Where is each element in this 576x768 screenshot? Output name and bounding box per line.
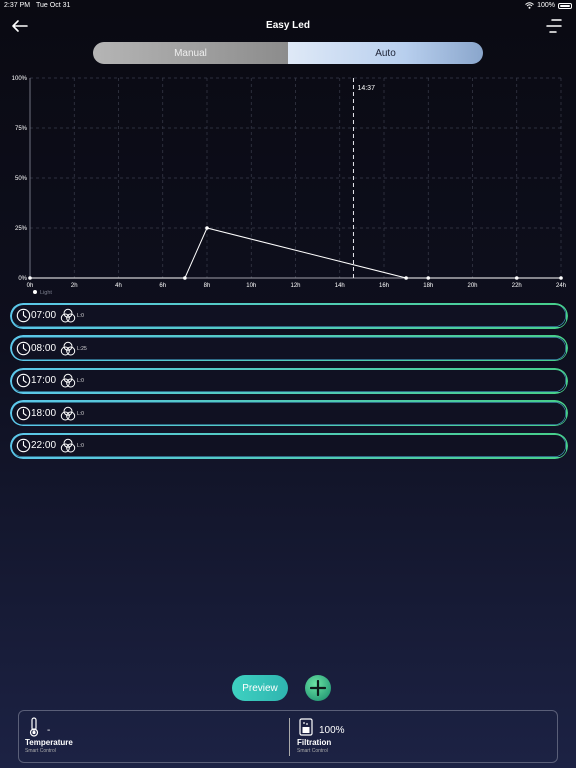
y-tick-label: 100% [12, 76, 28, 82]
sort-menu-icon[interactable] [546, 18, 562, 34]
schedule-level: L:0 [77, 410, 84, 417]
data-point [205, 226, 209, 230]
y-tick-label: 25% [15, 226, 28, 232]
data-point [514, 276, 519, 280]
filtration-value: 100% [319, 725, 345, 736]
plus-icon [310, 680, 326, 696]
data-point [559, 276, 563, 280]
x-tick-label: 10h [246, 283, 256, 289]
y-tick-label: 50% [15, 176, 28, 182]
x-tick-label: 24h [556, 283, 566, 289]
status-bar: 2:37 PM Tue Oct 31 100% [0, 0, 576, 12]
schedule-level: L:0 [77, 443, 84, 449]
temperature-subtitle: Smart Control [25, 748, 56, 754]
temperature-value: - [47, 725, 51, 736]
rgb-light-icon [60, 341, 76, 355]
x-tick-label: 8h [204, 283, 211, 289]
device-status-panel: - Temperature Smart Control 100% Filtrat… [18, 710, 558, 763]
schedule-row[interactable]: 08:00 L:25 [10, 335, 567, 361]
tab-auto[interactable]: Auto [288, 42, 483, 64]
temperature-label: Temperature [25, 738, 73, 747]
panel-divider [289, 718, 290, 756]
x-tick-label: 18h [423, 283, 433, 289]
status-indicators: 100% [525, 2, 572, 9]
page-title: Easy Led [266, 20, 310, 31]
schedule-time: 07:00 [31, 310, 57, 321]
data-point [426, 276, 431, 280]
schedule-list: 07:00 L:0 08:00 L:25 17:00 L:0 18:00 L:0 22:00 L:… [10, 303, 567, 466]
schedule-row[interactable]: 17:00 L:0 [10, 368, 567, 393]
clock-icon [16, 438, 31, 453]
rgb-light-icon [60, 438, 76, 453]
current-time-label: 14:37 [357, 85, 375, 92]
x-tick-label: 12h [290, 283, 300, 289]
x-tick-label: 20h [467, 283, 477, 289]
x-tick-label: 4h [115, 283, 122, 289]
schedule-time: 18:00 [31, 407, 57, 419]
data-point [404, 276, 408, 280]
legend-marker [33, 290, 37, 294]
schedule-row[interactable]: 18:00 L:0 [10, 400, 567, 426]
filtration-label: Filtration [297, 738, 332, 747]
filter-canister-icon [299, 718, 313, 736]
tab-manual[interactable]: Manual [93, 42, 288, 64]
x-tick-label: 0h [27, 283, 34, 289]
rgb-light-icon [60, 308, 76, 323]
thermometer-icon [29, 717, 39, 737]
schedule-level: L:0 [77, 313, 84, 319]
y-tick-label: 0% [18, 276, 27, 282]
schedule-time: 08:00 [31, 342, 57, 354]
schedule-row[interactable]: 07:00 L:0 [10, 303, 567, 328]
schedule-level: L:0 [77, 378, 84, 384]
battery-percent: 100% [537, 2, 555, 9]
x-tick-label: 14h [335, 283, 345, 289]
x-tick-label: 16h [379, 283, 389, 289]
status-date: Tue Oct 31 [36, 2, 71, 9]
data-point [183, 276, 187, 280]
filtration-subtitle: Smart Control [297, 748, 328, 754]
light-schedule-chart[interactable]: 0h 2h 4h 6h 8h 10h 12h 14h 16h 18h 20h 22h 24h 0% 25% 5… [0, 72, 576, 298]
rgb-light-icon [60, 406, 76, 420]
add-point-button[interactable] [305, 675, 331, 701]
clock-icon [16, 308, 31, 323]
status-time: 2:37 PM [4, 2, 31, 9]
clock-icon [16, 373, 31, 388]
rgb-light-icon [60, 373, 76, 388]
y-tick-label: 75% [15, 126, 28, 132]
legend-label: Light [40, 290, 52, 296]
clock-icon [16, 406, 31, 420]
schedule-time: 17:00 [31, 375, 57, 386]
nav-bar: Easy Led [0, 14, 576, 38]
schedule-row[interactable]: 22:00 L:0 [10, 433, 567, 458]
schedule-time: 22:00 [31, 440, 57, 451]
preview-button[interactable]: Preview [232, 675, 288, 701]
x-tick-label: 6h [159, 283, 166, 289]
schedule-level: L:25 [77, 345, 87, 352]
data-point [28, 276, 32, 280]
mode-switch: Manual Auto [93, 42, 483, 64]
x-tick-label: 22h [512, 283, 522, 289]
clock-icon [16, 341, 31, 355]
battery-icon [558, 2, 572, 9]
x-tick-label: 2h [71, 283, 78, 289]
wifi-icon [525, 2, 534, 9]
